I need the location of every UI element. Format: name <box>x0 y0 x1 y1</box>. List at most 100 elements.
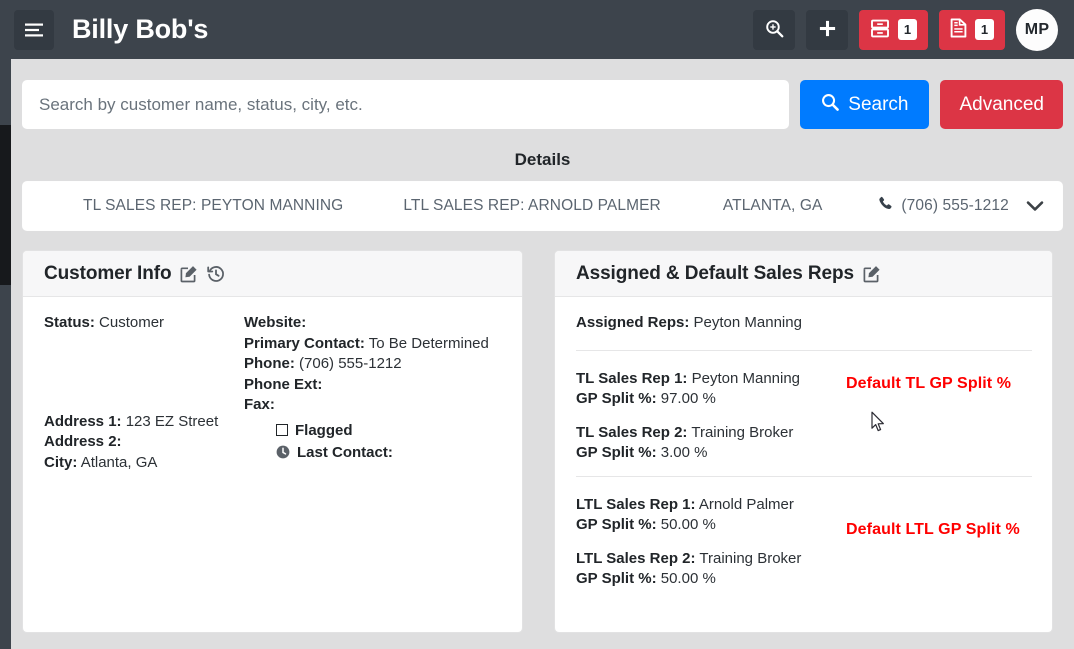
tl-rep-2-value: Training Broker <box>691 423 794 441</box>
search-icon <box>821 93 840 117</box>
field-city-value: Atlanta, GA <box>80 453 158 471</box>
main-content: Search Advanced Details TL SALES REP: PE… <box>11 59 1074 649</box>
detail-phone: (706) 555-1212 <box>878 196 1009 216</box>
customer-info-body: Status: Customer Address 1: 123 EZ Stree… <box>23 297 522 473</box>
plus-icon <box>818 19 837 41</box>
navbar-left: Billy Bob's <box>14 9 209 50</box>
field-city-label: City: <box>44 453 78 471</box>
customer-info-right-column: Website: Primary Contact: To Be Determin… <box>244 313 502 473</box>
ltl-split-1-label: GP Split %: <box>576 516 657 533</box>
app-root: Billy Bob's 1 1 MP Search by customer na… <box>0 0 1074 649</box>
sales-reps-body: Assigned Reps: Peyton Manning TL Sales R… <box>555 297 1052 602</box>
sidebar-rail[interactable] <box>0 59 11 649</box>
flagged-row[interactable]: Flagged <box>276 422 502 439</box>
hamburger-icon <box>24 22 44 38</box>
archive-boxes-icon <box>870 19 890 41</box>
hamburger-menu-button[interactable] <box>14 9 54 50</box>
ltl-sales-reps-block: LTL Sales Rep 1: Arnold Palmer GP Split … <box>576 477 1032 602</box>
pending-loads-badge-button[interactable]: 1 <box>859 9 928 50</box>
ltl-default-note-wrap: Default LTL GP Split % <box>846 495 1032 590</box>
field-primary-contact-label: Primary Contact: <box>244 334 365 352</box>
search-input[interactable] <box>22 80 790 129</box>
field-phone-value: (706) 555-1212 <box>299 355 402 372</box>
detail-phone-number: (706) 555-1212 <box>901 197 1009 214</box>
tl-rep-2: TL Sales Rep 2: Training Broker <box>576 423 846 444</box>
field-phone-ext: Phone Ext: <box>244 375 502 396</box>
history-clock-icon[interactable] <box>207 265 225 283</box>
field-address1-label: Address 1: <box>44 412 122 430</box>
tl-split-2: GP Split %: 3.00 % <box>576 443 846 464</box>
field-address1-value: 123 EZ Street <box>125 412 219 430</box>
edit-pencil-icon[interactable] <box>863 265 881 283</box>
tl-rep-2-label: TL Sales Rep 2: <box>576 423 688 441</box>
details-summary-bar[interactable]: TL SALES REP: PEYTON MANNING LTL SALES R… <box>22 181 1063 231</box>
invoices-count: 1 <box>975 19 994 40</box>
search-button-label: Search <box>848 93 909 115</box>
tl-split-2-value: 3.00 % <box>660 444 708 461</box>
customer-info-card: Customer Info Status: Customer Address 1… <box>22 250 523 633</box>
ltl-rep-1-value: Arnold Palmer <box>698 495 794 513</box>
field-status-value: Customer <box>99 314 165 331</box>
tl-rep-1: TL Sales Rep 1: Peyton Manning <box>576 369 846 390</box>
sales-reps-card-header: Assigned & Default Sales Reps <box>555 251 1052 297</box>
ltl-rep-1-label: LTL Sales Rep 1: <box>576 495 696 513</box>
clock-icon <box>276 445 290 459</box>
details-heading: Details <box>514 150 571 169</box>
tl-rep-1-label: TL Sales Rep 1: <box>576 369 688 387</box>
detail-location: ATLANTA, GA <box>722 197 823 214</box>
brand-title: Billy Bob's <box>72 14 209 44</box>
detail-ltl-sales-rep: LTL SALES REP: ARNOLD PALMER <box>403 197 661 214</box>
tl-split-1-label: GP Split %: <box>576 390 657 407</box>
navbar-actions: 1 1 MP <box>753 8 1058 51</box>
last-contact-label: Last Contact: <box>297 443 393 461</box>
search-button[interactable]: Search <box>800 80 930 129</box>
ltl-split-1-value: 50.00 % <box>660 516 716 533</box>
field-website: Website: <box>244 313 502 334</box>
chevron-down-icon[interactable] <box>1026 200 1044 212</box>
ltl-rep-2-value: Training Broker <box>699 549 802 567</box>
advanced-search-button[interactable]: Advanced <box>940 80 1063 129</box>
tl-rep-2-pair: TL Sales Rep 2: Training Broker GP Split… <box>576 423 846 464</box>
tl-default-note-wrap: Default TL GP Split % <box>846 369 1032 464</box>
customer-info-card-header: Customer Info <box>23 251 522 297</box>
add-new-button[interactable] <box>806 9 848 50</box>
top-navbar: Billy Bob's 1 1 MP <box>0 0 1074 59</box>
tl-split-2-label: GP Split %: <box>576 444 657 461</box>
assigned-reps-value: Peyton Manning <box>693 314 802 331</box>
tl-default-split-note: Default TL GP Split % <box>846 374 1012 392</box>
phone-icon <box>878 196 893 216</box>
ltl-rep-2-label: LTL Sales Rep 2: <box>576 549 696 567</box>
ltl-split-2-label: GP Split %: <box>576 570 657 587</box>
field-city: City: Atlanta, GA <box>44 453 244 474</box>
search-bar: Search Advanced <box>22 59 1063 129</box>
field-address1: Address 1: 123 EZ Street <box>44 412 244 433</box>
field-website-label: Website: <box>244 314 307 331</box>
field-status-label: Status: <box>44 314 95 331</box>
user-avatar[interactable]: MP <box>1016 8 1058 51</box>
field-phone-ext-label: Phone Ext: <box>244 375 323 393</box>
tl-reps-details: TL Sales Rep 1: Peyton Manning GP Split … <box>576 369 846 464</box>
assigned-reps-row: Assigned Reps: Peyton Manning <box>576 313 1032 350</box>
field-fax: Fax: <box>244 395 502 416</box>
tl-split-1-value: 97.00 % <box>660 390 716 407</box>
ltl-default-split-note: Default LTL GP Split % <box>846 520 1020 538</box>
search-plus-button[interactable] <box>753 9 795 50</box>
field-address2: Address 2: <box>44 432 244 453</box>
pending-loads-count: 1 <box>898 19 917 40</box>
ltl-split-1: GP Split %: 50.00 % <box>576 515 846 536</box>
edit-pencil-icon[interactable] <box>180 265 198 283</box>
invoices-badge-button[interactable]: 1 <box>939 9 1005 50</box>
flagged-checkbox[interactable] <box>276 424 288 436</box>
assigned-reps: Assigned Reps: Peyton Manning <box>576 313 1032 334</box>
ltl-rep-1: LTL Sales Rep 1: Arnold Palmer <box>576 495 846 516</box>
field-status: Status: Customer <box>44 313 244 334</box>
field-primary-contact: Primary Contact: To Be Determined <box>244 334 502 355</box>
ltl-rep-1-pair: LTL Sales Rep 1: Arnold Palmer GP Split … <box>576 495 846 536</box>
field-fax-label: Fax: <box>244 396 275 413</box>
ltl-reps-details: LTL Sales Rep 1: Arnold Palmer GP Split … <box>576 495 846 590</box>
sidebar-rail-active-indicator <box>0 125 11 285</box>
customer-info-title: Customer Info <box>44 262 172 284</box>
sales-reps-card: Assigned & Default Sales Reps Assigned R… <box>554 250 1053 633</box>
sales-reps-title: Assigned & Default Sales Reps <box>576 262 854 284</box>
tl-sales-reps-block: TL Sales Rep 1: Peyton Manning GP Split … <box>576 351 1032 476</box>
